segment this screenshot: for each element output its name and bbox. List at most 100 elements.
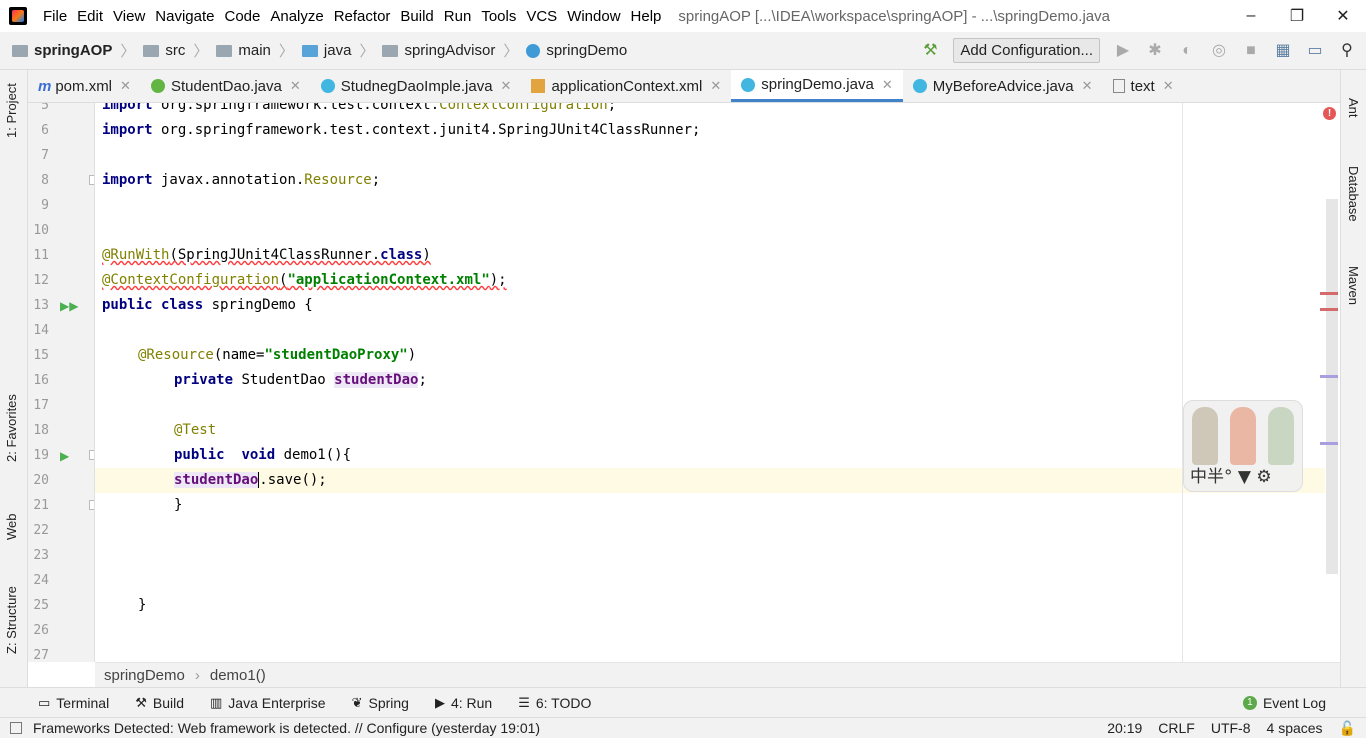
breadcrumb-method[interactable]: demo1() [210, 667, 266, 684]
terminal-tool-button[interactable]: ▭ Terminal [38, 695, 109, 711]
folder-icon [216, 44, 233, 57]
menu-file[interactable]: File [38, 8, 72, 25]
web-tool-tab[interactable]: Web [4, 514, 19, 541]
error-stripe-mark[interactable] [1320, 308, 1338, 311]
todo-tool-button[interactable]: ☰ 6: TODO [518, 695, 591, 711]
lock-icon[interactable]: 🔓 [1339, 720, 1356, 737]
line-number: 22 [33, 523, 49, 538]
ant-tool-tab[interactable]: Ant [1346, 98, 1361, 118]
tool-label: 6: TODO [535, 694, 592, 711]
navigation-bar: springAOP 〉 src 〉 main 〉 java 〉 springAdviso… [0, 32, 1366, 70]
menu-analyze[interactable]: Analyze [265, 8, 328, 25]
close-tab-icon[interactable]: ✕ [710, 78, 721, 94]
build-tool-button[interactable]: ⚒ Build [135, 695, 184, 711]
close-tab-icon[interactable]: ✕ [882, 77, 893, 93]
tab-applicationcontext[interactable]: applicationContext.xml ✕ [521, 70, 731, 102]
crumb-main[interactable]: main [238, 42, 271, 59]
menu-vcs[interactable]: VCS [521, 8, 562, 25]
crumb-package[interactable]: springAdvisor [404, 42, 495, 59]
code-line: @Test [174, 422, 217, 438]
spring-tool-button[interactable]: ❦ Spring [352, 695, 409, 711]
close-window-button[interactable]: ✕ [1320, 6, 1366, 26]
close-tab-icon[interactable]: ✕ [290, 78, 301, 94]
crumb-project[interactable]: springAOP [34, 42, 112, 59]
tab-studnegdaoimple[interactable]: StudnegDaoImple.java ✕ [311, 70, 522, 102]
tab-springdemo[interactable]: springDemo.java ✕ [731, 70, 903, 102]
run-icon[interactable]: ▶ [1114, 42, 1132, 60]
class-icon [526, 43, 541, 58]
run-tool-button[interactable]: ▶ 4: Run [435, 695, 492, 711]
crumb-src[interactable]: src [165, 42, 185, 59]
code-editor[interactable]: import org.springframework.test.context.… [95, 103, 1325, 662]
menu-navigate[interactable]: Navigate [150, 8, 219, 25]
close-tab-icon[interactable]: ✕ [1163, 78, 1174, 94]
presentation-icon[interactable]: ▭ [1306, 42, 1324, 60]
ime-shirt-icon[interactable]: ▼ [1238, 467, 1251, 487]
error-stripe-mark[interactable] [1320, 292, 1338, 295]
menu-help[interactable]: Help [626, 8, 667, 25]
java-enterprise-tool-button[interactable]: ▥ Java Enterprise [210, 695, 326, 711]
event-log-button[interactable]: 1 Event Log [1242, 695, 1326, 711]
tab-text[interactable]: text ✕ [1103, 70, 1184, 102]
editor-breadcrumb: springDemo › demo1() [95, 662, 1340, 687]
debug-icon[interactable]: ✱ [1146, 42, 1164, 60]
scrollbar-thumb[interactable] [1326, 199, 1338, 574]
line-separator[interactable]: CRLF [1158, 720, 1195, 736]
stop-icon[interactable]: ■ [1242, 42, 1260, 60]
line-number: 18 [33, 423, 49, 438]
minimize-button[interactable]: – [1228, 7, 1274, 25]
indent-setting[interactable]: 4 spaces [1267, 720, 1323, 736]
text-file-icon [1112, 79, 1125, 93]
run-class-icon[interactable]: ▶▶ [60, 299, 78, 313]
database-tool-tab[interactable]: Database [1346, 166, 1361, 222]
close-tab-icon[interactable]: ✕ [1082, 78, 1093, 94]
menu-code[interactable]: Code [219, 8, 265, 25]
maven-tool-tab[interactable]: Maven [1346, 266, 1361, 305]
menu-run[interactable]: Run [439, 8, 477, 25]
run-test-icon[interactable]: ▶ [60, 449, 69, 463]
add-configuration-button[interactable]: Add Configuration... [953, 38, 1100, 63]
line-number: 15 [33, 348, 49, 363]
title-bar: File Edit View Navigate Code Analyze Ref… [0, 0, 1366, 32]
ime-toolbar[interactable]: 中半° ▼ ⚙ [1183, 400, 1303, 492]
profile-icon[interactable]: ◎ [1210, 42, 1228, 60]
run-toolbar: ⚒ Add Configuration... ▶ ✱ ◐ ◎ ■ ▦ ▭ ⚲ [921, 38, 1366, 63]
tool-label: Build [152, 694, 184, 711]
menu-edit[interactable]: Edit [72, 8, 108, 25]
menu-build[interactable]: Build [395, 8, 438, 25]
line-number-gutter[interactable]: 5 6 7 8 9 10 11 12 13 14 15 16 17 18 19 … [28, 103, 95, 662]
tab-pom-xml[interactable]: m pom.xml ✕ [28, 70, 141, 102]
ime-settings-gear-icon[interactable]: ⚙ [1256, 467, 1271, 487]
crumb-java[interactable]: java [324, 42, 352, 59]
favorites-tool-tab[interactable]: 2: Favorites [4, 394, 19, 462]
tab-studentdao[interactable]: StudentDao.java ✕ [141, 70, 311, 102]
caret-position[interactable]: 20:19 [1107, 720, 1142, 736]
usage-stripe-mark[interactable] [1320, 375, 1338, 378]
tab-label: pom.xml [55, 77, 113, 95]
line-number: 14 [33, 323, 49, 338]
search-icon[interactable]: ⚲ [1338, 42, 1356, 60]
project-structure-icon[interactable]: ▦ [1274, 42, 1292, 60]
editor-scrollbar[interactable] [1325, 103, 1340, 662]
menu-refactor[interactable]: Refactor [329, 8, 396, 25]
menu-tools[interactable]: Tools [476, 8, 521, 25]
crumb-class[interactable]: springDemo [546, 42, 627, 59]
code-line: public void demo1(){ [174, 447, 352, 463]
breadcrumb-class[interactable]: springDemo [104, 667, 185, 684]
maximize-button[interactable]: ❐ [1274, 6, 1320, 26]
file-encoding[interactable]: UTF-8 [1211, 720, 1251, 736]
menu-window[interactable]: Window [562, 8, 625, 25]
structure-tool-tab[interactable]: Z: Structure [4, 586, 19, 654]
coverage-icon[interactable]: ◐ [1178, 42, 1196, 60]
status-toggle-icon[interactable] [10, 722, 22, 734]
usage-stripe-mark[interactable] [1320, 442, 1338, 445]
project-tool-tab[interactable]: 1: Project [4, 83, 19, 138]
tab-mybeforeadvice[interactable]: MyBeforeAdvice.java ✕ [903, 70, 1103, 102]
line-number: 6 [41, 123, 49, 138]
close-tab-icon[interactable]: ✕ [120, 78, 131, 94]
menu-view[interactable]: View [108, 8, 150, 25]
left-tool-stripe: 1: Project 2: Favorites Web Z: Structure [0, 70, 28, 687]
status-message[interactable]: Frameworks Detected: Web framework is de… [33, 720, 540, 736]
build-hammer-icon[interactable]: ⚒ [921, 42, 939, 60]
close-tab-icon[interactable]: ✕ [501, 78, 512, 94]
